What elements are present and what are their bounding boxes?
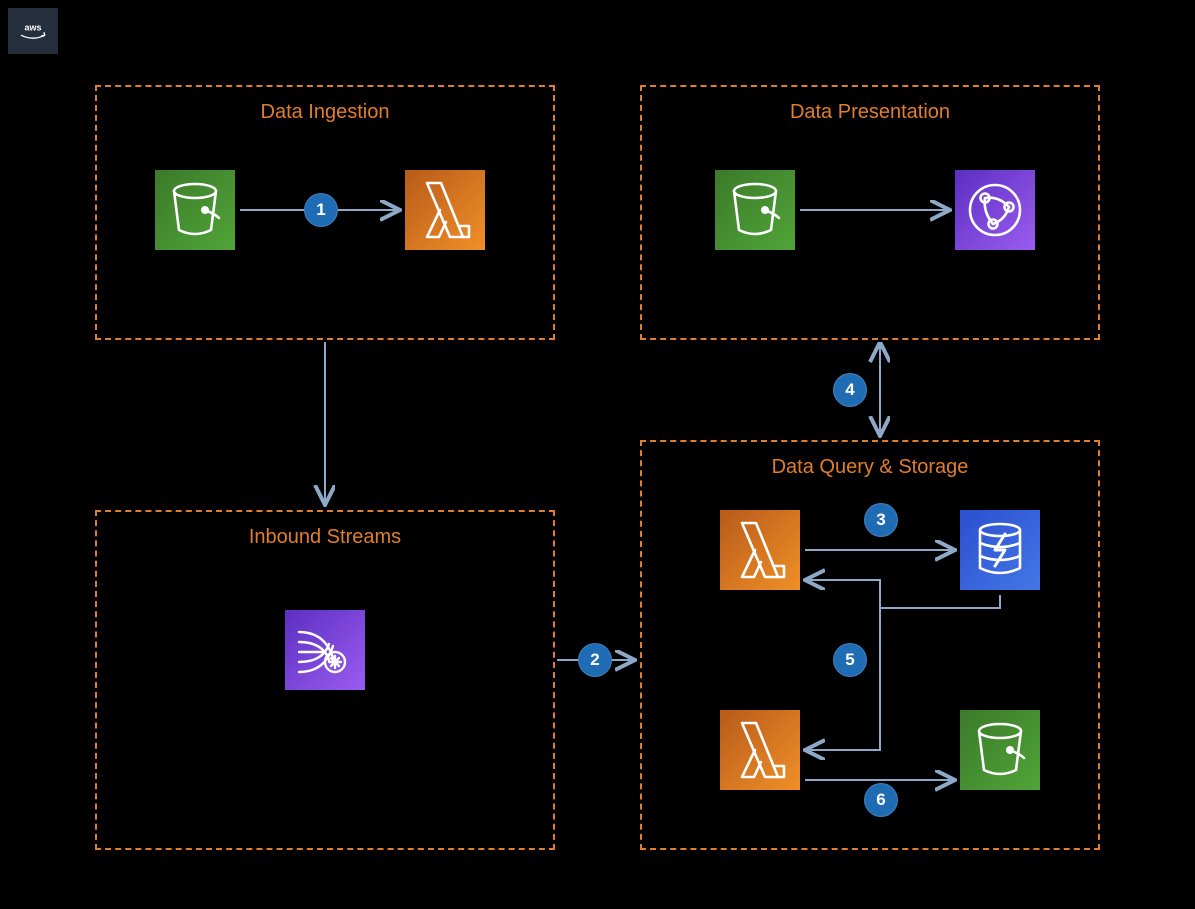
step-badge-2: 2 — [578, 643, 612, 677]
step-badge-1: 1 — [304, 193, 338, 227]
step-badge-6: 6 — [864, 783, 898, 817]
arrow-ddb-back-lambda1 — [807, 580, 1000, 608]
connectors — [0, 0, 1195, 909]
step-badge-4: 4 — [833, 373, 867, 407]
diagram-canvas: aws Data Ingestion Data Presentation Inb… — [0, 0, 1195, 909]
step-badge-3: 3 — [864, 503, 898, 537]
arrow-step5-to-lambda2 — [807, 608, 880, 750]
step-badge-5: 5 — [833, 643, 867, 677]
